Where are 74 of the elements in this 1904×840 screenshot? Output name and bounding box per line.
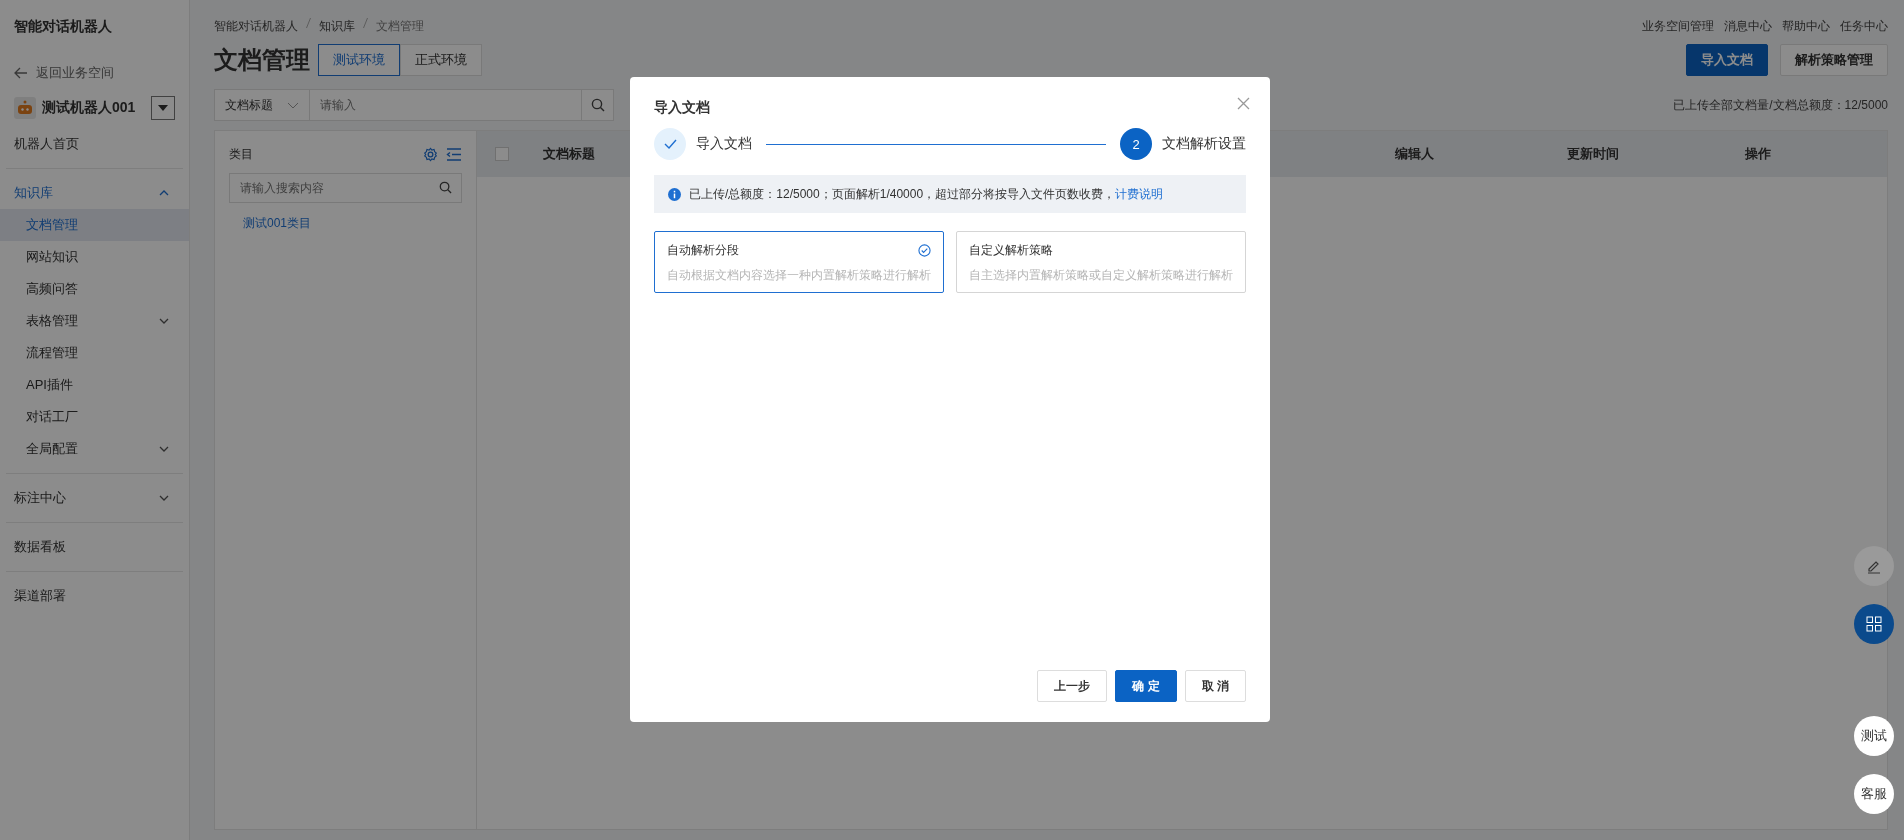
nav-item[interactable]: 数据看板	[0, 531, 189, 563]
nav-item[interactable]: 标注中心	[0, 482, 189, 514]
back-arrow-icon[interactable]	[14, 67, 28, 79]
environment-tab[interactable]: 测试环境	[318, 44, 400, 76]
breadcrumb-item[interactable]: 知识库	[319, 17, 355, 35]
step-label: 文档解析设置	[1162, 135, 1246, 153]
back-link[interactable]: 返回业务空间	[0, 64, 189, 82]
nav-item[interactable]: 全局配置	[0, 433, 189, 465]
breadcrumb-item: 文档管理	[376, 17, 424, 35]
search-icon[interactable]	[439, 181, 452, 194]
notice-text: 已上传/总额度：12/5000；页面解析1/40000，超过部分将按导入文件页数收费，计费说明	[689, 185, 1164, 203]
chevron-icon	[287, 101, 299, 109]
check-circle-icon	[918, 244, 931, 257]
column-header: 更新时间	[1567, 145, 1619, 163]
nav-item[interactable]: 知识库	[0, 177, 189, 209]
top-link[interactable]: 帮助中心	[1782, 17, 1830, 35]
column-header: 编辑人	[1395, 145, 1434, 163]
option-title: 自定义解析策略	[969, 242, 1053, 259]
caret-icon	[158, 105, 168, 111]
page-title: 文档管理	[214, 45, 310, 75]
field-select[interactable]: 文档标题	[214, 89, 310, 121]
nav-item[interactable]: 表格管理	[0, 305, 189, 337]
quota-text: 已上传全部文档量/文档总额度：12/5000	[1673, 96, 1888, 114]
nav-item[interactable]: 机器人首页	[0, 128, 189, 160]
nav-item[interactable]: 文档管理	[0, 209, 189, 241]
step-label: 导入文档	[696, 135, 752, 153]
category-title: 类目	[229, 145, 253, 163]
parse-option-card[interactable]: 自定义解析策略 自主选择内置解析策略或自定义解析策略进行解析	[956, 231, 1246, 293]
dialog-button[interactable]: 取 消	[1184, 670, 1246, 702]
environment-tab[interactable]: 正式环境	[400, 44, 482, 76]
nav-item[interactable]: 网站知识	[0, 241, 189, 273]
top-link[interactable]: 消息中心	[1724, 17, 1772, 35]
action-button[interactable]: 导入文档	[1686, 44, 1768, 76]
search-input[interactable]: 请输入	[310, 89, 582, 121]
column-header: 文档标题	[543, 145, 595, 163]
nav-item[interactable]: 高频问答	[0, 273, 189, 305]
top-link[interactable]: 任务中心	[1840, 17, 1888, 35]
billing-link[interactable]: 计费说明	[1115, 186, 1164, 201]
bot-name: 测试机器人001	[42, 99, 137, 117]
column-header: 操作	[1745, 145, 1771, 163]
search-button[interactable]	[582, 89, 614, 121]
step-number: 2	[1120, 128, 1152, 160]
select-all-checkbox[interactable]	[495, 147, 509, 161]
nav-item[interactable]: 流程管理	[0, 337, 189, 369]
action-button[interactable]: 解析策略管理	[1780, 44, 1888, 76]
nav-item[interactable]: 渠道部署	[0, 580, 189, 612]
gear-icon[interactable]	[423, 146, 438, 162]
top-link[interactable]: 业务空间管理	[1642, 17, 1714, 35]
bot-dropdown[interactable]	[151, 96, 175, 120]
dialog-button[interactable]: 确 定	[1115, 670, 1177, 702]
breadcrumb-item[interactable]: 智能对话机器人	[214, 17, 298, 35]
info-icon	[668, 187, 681, 201]
chevron-icon	[159, 318, 169, 324]
robot-icon	[14, 97, 36, 119]
chevron-icon	[159, 495, 169, 501]
parse-option-card[interactable]: 自动解析分段 自动根据文档内容选择一种内置解析策略进行解析	[654, 231, 944, 293]
dialog-title: 导入文档	[654, 99, 710, 117]
category-item[interactable]: 测试001类目	[229, 203, 462, 244]
search-icon	[590, 98, 605, 112]
option-title: 自动解析分段	[667, 242, 739, 259]
nav-item[interactable]: API插件	[0, 369, 189, 401]
option-description: 自主选择内置解析策略或自定义解析策略进行解析	[969, 267, 1233, 284]
dialog-button[interactable]: 上一步	[1037, 670, 1108, 702]
close-icon[interactable]	[1237, 97, 1250, 110]
slash-icon	[363, 17, 368, 28]
grid-icon	[1866, 616, 1882, 632]
category-search-field[interactable]: 请输入搜索内容	[229, 173, 462, 203]
chevron-icon	[159, 446, 169, 452]
slash-icon	[306, 17, 311, 28]
chevron-icon	[159, 190, 169, 196]
option-description: 自动根据文档内容选择一种内置解析策略进行解析	[667, 267, 931, 284]
nav-item[interactable]: 对话工厂	[0, 401, 189, 433]
app-title: 智能对话机器人	[13, 18, 113, 36]
collapse-list-icon[interactable]	[446, 147, 462, 161]
